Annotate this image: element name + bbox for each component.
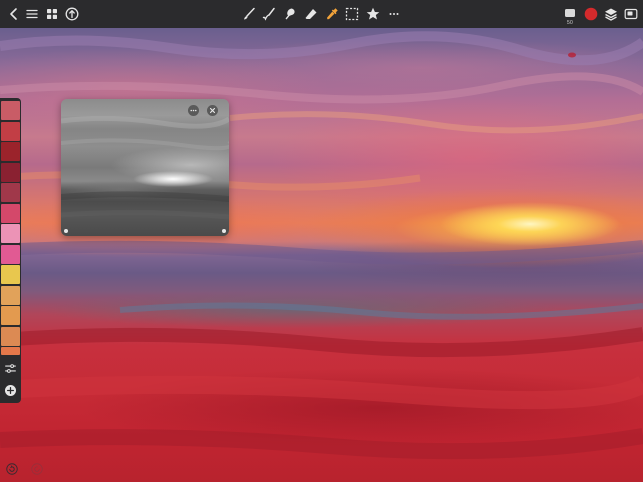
more-icon[interactable] [384,4,404,24]
color-swatch[interactable] [1,244,20,264]
color-swatch[interactable] [1,162,20,182]
color-swatch[interactable] [1,142,20,161]
liquify-icon[interactable] [280,4,300,24]
gallery-grid-icon[interactable] [42,4,62,24]
back-icon[interactable] [4,4,24,24]
add-swatch-icon[interactable] [2,382,19,399]
color-swatch[interactable] [1,285,20,305]
brush-icon[interactable] [239,4,259,24]
painting-canvas[interactable] [0,28,643,482]
favorites-star-icon[interactable] [363,4,383,24]
color-swatch[interactable] [1,203,20,223]
reference-window-icon[interactable] [621,4,641,24]
color-swatch[interactable] [1,224,20,243]
color-swatch[interactable] [1,326,20,346]
color-swatch[interactable] [1,306,20,325]
eyedropper-icon[interactable] [322,4,342,24]
smudge-icon[interactable] [259,4,279,24]
color-icon[interactable] [581,4,601,24]
adjust-sliders-icon[interactable] [2,360,19,377]
color-swatch[interactable] [1,347,20,355]
canvas-strokes [0,31,643,460]
menu-icon[interactable] [22,4,42,24]
eraser-icon[interactable] [301,4,321,24]
color-palette [0,98,21,403]
reference-image [61,115,229,220]
selection-icon[interactable] [342,4,362,24]
reference-window[interactable] [61,99,229,236]
resize-handle[interactable] [64,229,68,233]
brush-size-label: 50 [567,20,573,26]
more-options-icon[interactable] [188,105,199,116]
redo-icon[interactable] [30,462,44,476]
info-icon[interactable] [62,4,82,24]
resize-handle[interactable] [222,229,226,233]
color-swatch[interactable] [1,265,20,284]
close-icon[interactable] [207,105,218,116]
color-swatch[interactable] [1,183,20,202]
color-swatch[interactable] [1,101,20,120]
top-toolbar: 50 [0,0,643,28]
layers-icon[interactable] [601,4,621,24]
undo-icon[interactable] [5,462,19,476]
color-swatch[interactable] [1,121,20,141]
